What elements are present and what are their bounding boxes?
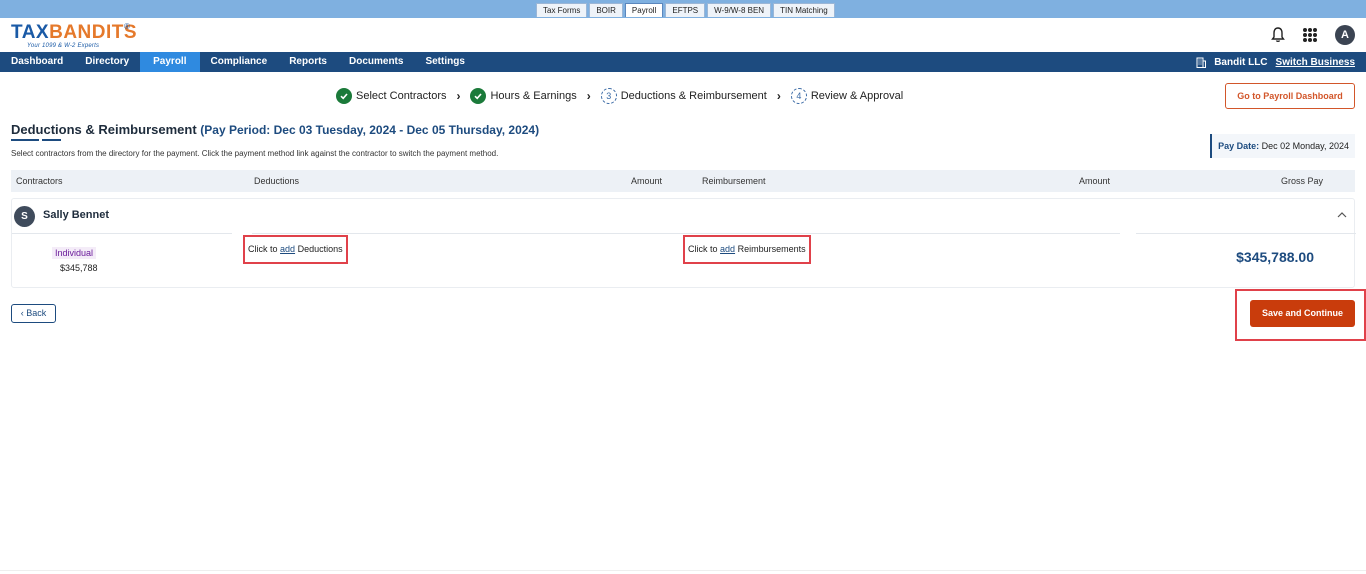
nav-documents[interactable]: Documents (338, 52, 414, 72)
table-header: Contractors Deductions Amount Reimbursem… (11, 170, 1355, 192)
back-button-label: Back (26, 308, 47, 318)
col-reimbursement: Reimbursement (702, 176, 766, 186)
bell-icon[interactable] (1271, 27, 1285, 43)
check-circle-icon (336, 88, 352, 104)
contractor-amount: $345,788 (60, 263, 98, 273)
contractor-name: Sally Bennet (43, 209, 110, 221)
nav-reports[interactable]: Reports (278, 52, 338, 72)
pay-date-value: Dec 02 Monday, 2024 (1261, 141, 1349, 151)
contractor-type-badge: Individual (52, 247, 97, 259)
step-label: Select Contractors (356, 90, 447, 102)
step-label: Hours & Earnings (490, 90, 577, 102)
chevron-right-icon: › (776, 89, 781, 103)
step-hours-earnings[interactable]: Hours & Earnings (470, 88, 577, 104)
product-tabs: Tax Forms BOIR Payroll EFTPS W-9/W-8 BEN… (536, 3, 835, 17)
business-name: Bandit LLC (1214, 56, 1268, 68)
logo-wordmark: TAXBANDITS (11, 23, 137, 43)
contractor-avatar: S (14, 206, 35, 227)
logo-tagline: Your 1099 & W-2 Experts (27, 43, 100, 49)
col-contractors: Contractors (16, 176, 63, 186)
logo[interactable]: TAXBANDITS ® Your 1099 & W-2 Experts (11, 22, 137, 49)
back-button[interactable]: ‹ Back (11, 304, 56, 323)
page-title: Deductions & Reimbursement (Pay Period: … (11, 122, 539, 137)
building-icon (1196, 57, 1207, 68)
add-reimbursements-box[interactable]: Click to add Reimbursements (683, 235, 811, 264)
logo-part1: TAX (11, 22, 50, 43)
pay-period: (Pay Period: Dec 03 Tuesday, 2024 - Dec … (200, 123, 540, 137)
nav-compliance[interactable]: Compliance (200, 52, 279, 72)
logo-registered: ® (124, 22, 130, 31)
page-title-text: Deductions & Reimbursement (11, 122, 197, 137)
product-bar: Tax Forms BOIR Payroll EFTPS W-9/W-8 BEN… (0, 0, 1366, 18)
switch-business-link[interactable]: Switch Business (1276, 57, 1355, 68)
product-tab-tin-matching[interactable]: TIN Matching (773, 3, 835, 17)
check-circle-icon (470, 88, 487, 104)
gross-pay-amount: $345,788.00 (1236, 249, 1314, 265)
product-tab-payroll[interactable]: Payroll (624, 3, 664, 17)
chevron-up-icon[interactable] (1336, 209, 1348, 221)
step-select-contractors[interactable]: Select Contractors (336, 88, 446, 104)
divider (252, 233, 1120, 234)
step-label: Deductions & Reimbursement (620, 90, 767, 102)
product-tab-boir[interactable]: BOIR (589, 3, 623, 17)
payroll-stepper: Select Contractors › Hours & Earnings › … (336, 87, 903, 105)
go-to-payroll-dashboard-button[interactable]: Go to Payroll Dashboard (1225, 83, 1355, 109)
add-deductions-box[interactable]: Click to add Deductions (243, 235, 348, 264)
page-subtitle: Select contractors from the directory fo… (11, 149, 499, 158)
add-reimbursements-suffix: Reimbursements (737, 244, 806, 254)
header-icons: A (1271, 25, 1355, 45)
apps-grid-icon[interactable] (1303, 28, 1317, 42)
save-and-continue-button[interactable]: Save and Continue (1250, 300, 1355, 327)
main-nav: Dashboard Directory Payroll Compliance R… (0, 52, 1366, 72)
nav-dashboard[interactable]: Dashboard (0, 52, 74, 72)
divider (0, 570, 1366, 571)
nav-settings[interactable]: Settings (414, 52, 475, 72)
add-deductions-prefix: Click to (248, 244, 278, 254)
col-deductions: Deductions (254, 176, 300, 186)
chevron-left-icon: ‹ (20, 308, 24, 318)
product-tab-w9-w8ben[interactable]: W-9/W-8 BEN (707, 3, 772, 17)
title-underline (11, 139, 61, 141)
col-reimbursement-amount: Amount (1079, 176, 1111, 186)
step-review-approval[interactable]: 4 Review & Approval (790, 88, 904, 104)
divider (12, 233, 232, 234)
step-label: Review & Approval (810, 90, 904, 102)
col-gross-pay: Gross Pay (1280, 176, 1323, 186)
pay-date-label: Pay Date: (1218, 141, 1260, 151)
divider (1136, 233, 1356, 234)
add-reimbursements-prefix: Click to (688, 244, 718, 254)
col-deductions-amount: Amount (631, 176, 663, 186)
add-reimbursements-link[interactable]: add (720, 244, 735, 254)
chevron-right-icon: › (586, 89, 591, 103)
step-number: 3 (600, 88, 617, 104)
add-deductions-link[interactable]: add (280, 244, 295, 254)
nav-directory[interactable]: Directory (74, 52, 140, 72)
product-tab-tax-forms[interactable]: Tax Forms (536, 3, 588, 17)
chevron-right-icon: › (456, 89, 461, 103)
step-number: 4 (790, 88, 807, 104)
nav-payroll[interactable]: Payroll (140, 52, 200, 72)
pay-date: Pay Date: Dec 02 Monday, 2024 (1210, 134, 1355, 158)
app-header: TAXBANDITS ® Your 1099 & W-2 Experts A (0, 18, 1366, 52)
add-deductions-suffix: Deductions (297, 244, 343, 254)
contractor-card: S Sally Bennet Individual $345,788 Click… (11, 198, 1356, 288)
product-tab-eftps[interactable]: EFTPS (665, 3, 706, 17)
user-avatar[interactable]: A (1335, 25, 1355, 45)
business-switcher: Bandit LLC Switch Business (1196, 52, 1355, 72)
step-deductions-reimbursement[interactable]: 3 Deductions & Reimbursement (600, 88, 767, 104)
